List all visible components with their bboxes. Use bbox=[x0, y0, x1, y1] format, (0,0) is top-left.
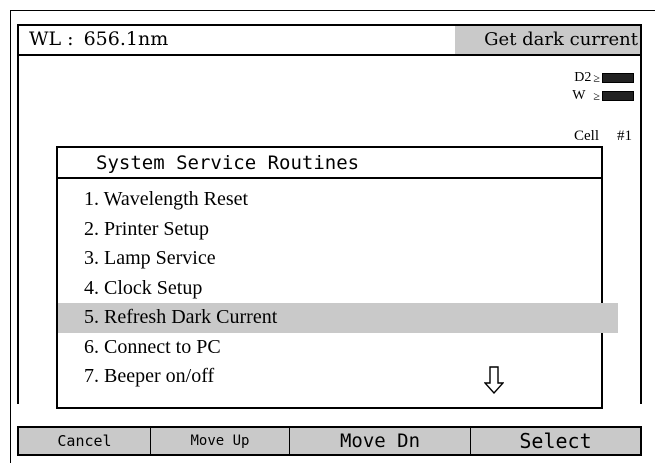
menu-item-clock-setup[interactable]: 4. Clock Setup bbox=[58, 274, 618, 304]
service-menu: 1. Wavelength Reset 2. Printer Setup 3. … bbox=[58, 185, 618, 392]
wavelength-label: WL : bbox=[29, 28, 74, 50]
wavelength-readout: WL : 656.1nm bbox=[29, 28, 168, 50]
wavelength-value: 656.1nm bbox=[83, 28, 169, 50]
lamp-d2-bar-icon bbox=[602, 73, 634, 83]
menu-item-lamp-service[interactable]: 3. Lamp Service bbox=[58, 244, 618, 274]
lamp-indicator-d2: D2 ≥ bbox=[574, 70, 634, 86]
move-up-button[interactable]: Move Up bbox=[151, 428, 290, 454]
softkey-bar: Cancel Move Up Move Dn Select bbox=[17, 426, 642, 456]
lamp-indicator-w: W ≥ bbox=[572, 88, 634, 104]
cell-indicator: Cell #1 bbox=[574, 128, 632, 145]
service-routines-dialog: System Service Routines 1. Wavelength Re… bbox=[56, 146, 618, 409]
dialog-title: System Service Routines bbox=[58, 148, 601, 179]
status-message: Get dark current bbox=[455, 26, 640, 54]
lamp-w-bar-icon bbox=[602, 91, 634, 101]
down-arrow-icon[interactable] bbox=[484, 366, 504, 394]
status-bar: WL : 656.1nm Get dark current bbox=[17, 24, 642, 56]
menu-item-connect-to-pc[interactable]: 6. Connect to PC bbox=[58, 333, 618, 363]
lamp-d2-symbol: ≥ bbox=[593, 70, 600, 85]
menu-item-printer-setup[interactable]: 2. Printer Setup bbox=[58, 215, 618, 245]
lamp-w-label: W bbox=[572, 88, 586, 103]
lamp-d2-label: D2 bbox=[574, 70, 592, 85]
move-down-button[interactable]: Move Dn bbox=[290, 428, 471, 454]
cell-label: Cell bbox=[574, 128, 599, 144]
cell-number: #1 bbox=[617, 128, 632, 144]
cancel-button[interactable]: Cancel bbox=[19, 428, 151, 454]
lamp-w-symbol: ≥ bbox=[593, 88, 600, 103]
menu-item-refresh-dark-current[interactable]: 5. Refresh Dark Current bbox=[58, 303, 618, 333]
menu-item-beeper[interactable]: 7. Beeper on/off bbox=[58, 362, 618, 392]
select-button[interactable]: Select bbox=[471, 428, 640, 454]
menu-item-wavelength-reset[interactable]: 1. Wavelength Reset bbox=[58, 185, 618, 215]
